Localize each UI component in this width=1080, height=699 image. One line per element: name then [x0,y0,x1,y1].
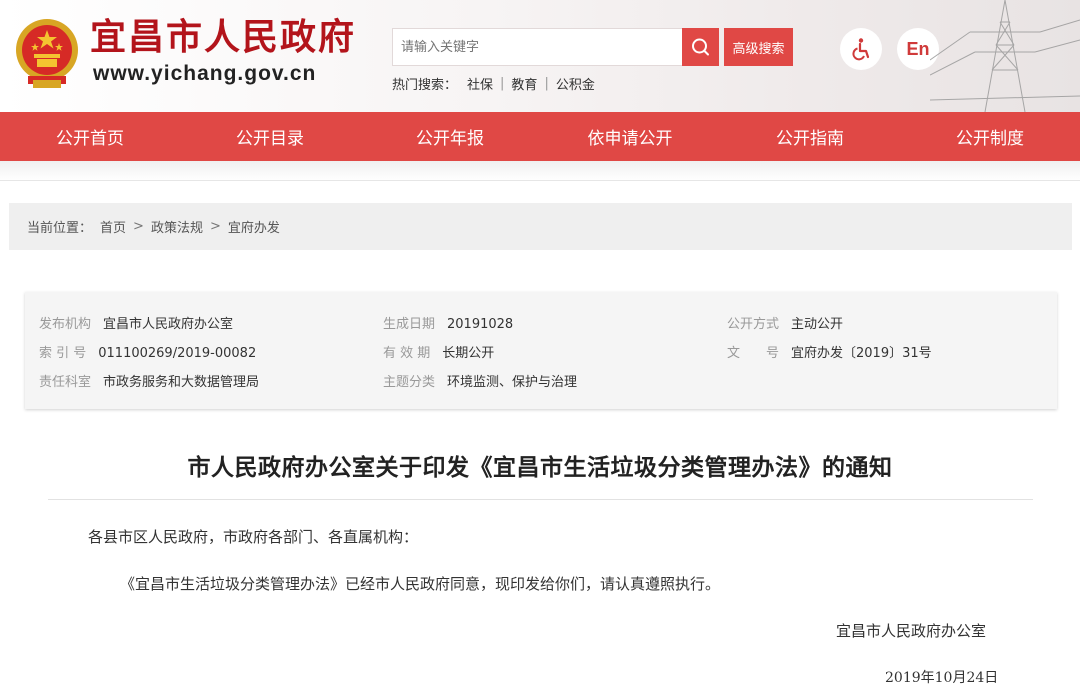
nav-shadow [0,161,1080,181]
meta-key: 公开方式 [727,317,780,332]
meta-field: 发布机构 宜昌市人民政府办公室 [39,313,233,332]
nav-item-rules[interactable]: 公开制度 [900,112,1080,161]
meta-key: 索 引 号 [39,346,87,361]
search-input[interactable] [392,28,682,66]
main-nav: 公开首页 公开目录 公开年报 依申请公开 公开指南 公开制度 [0,112,1080,161]
divider [48,499,1033,500]
document-meta-panel: 发布机构 宜昌市人民政府办公室 生成日期 20191028 公开方式 主动公开 索 引… [25,292,1057,409]
advanced-search-button[interactable]: 高级搜索 [724,28,793,66]
document-signature: 宜昌市人民政府办公室 [836,622,987,640]
hot-search-link[interactable]: 公积金 [556,74,595,93]
meta-key: 责任科室 [39,375,92,390]
meta-key: 发布机构 [39,317,92,332]
meta-value: 环境监测、保护与治理 [447,375,578,390]
site-url: www.yichang.gov.cn [93,62,317,85]
meta-key: 生成日期 [383,317,436,332]
breadcrumb-label: 当前位置： [27,221,93,236]
site-title: 宜昌市人民政府 [90,16,357,58]
meta-row: 发布机构 宜昌市人民政府办公室 生成日期 20191028 公开方式 主动公开 [25,313,1057,332]
meta-key: 主题分类 [383,375,436,390]
meta-field: 索 引 号 011100269/2019-00082 [39,342,256,361]
divider: | [500,76,505,91]
accessibility-button[interactable] [840,28,882,70]
breadcrumb-link-current[interactable]: 宜府办发 [228,217,280,236]
nav-item-request[interactable]: 依申请公开 [540,112,720,161]
meta-field: 主题分类 环境监测、保护与治理 [383,371,577,390]
hot-search-label: 热门搜索： [392,78,458,93]
meta-value: 市政务服务和大数据管理局 [103,375,260,390]
wheelchair-icon [852,38,870,61]
breadcrumb-link-home[interactable]: 首页 [100,217,126,236]
hot-search-link[interactable]: 社保 [467,74,493,93]
meta-value: 011100269/2019-00082 [98,346,257,361]
nav-item-catalog[interactable]: 公开目录 [180,112,360,161]
meta-value: 主动公开 [791,317,844,332]
meta-field: 有 效 期长期公开 [383,342,494,361]
meta-field: 文 号宜府办发〔2019〕31号 [727,342,932,361]
hot-search-link[interactable]: 教育 [511,74,537,93]
meta-key: 文 号 [727,346,780,361]
meta-value: 20191028 [447,317,514,332]
national-emblem-icon [16,19,78,88]
hot-search: 热门搜索： 社保 | 教育 | 公积金 [392,74,595,93]
divider [0,180,1080,181]
meta-value: 宜府办发〔2019〕31号 [791,346,932,361]
breadcrumb-link-policy[interactable]: 政策法规 [151,217,203,236]
breadcrumb: 当前位置： 首页 > 政策法规 > 宜府办发 [9,203,1072,250]
breadcrumb-separator: > [209,219,221,234]
document-title: 市人民政府办公室关于印发《宜昌市生活垃圾分类管理办法》的通知 [187,455,893,481]
meta-row: 责任科室 市政务服务和大数据管理局 主题分类 环境监测、保护与治理 [25,371,1057,390]
meta-field: 公开方式 主动公开 [727,313,843,332]
meta-key: 有 效 期 [383,346,431,361]
nav-item-home[interactable]: 公开首页 [0,112,180,161]
nav-item-guide[interactable]: 公开指南 [720,112,900,161]
meta-value: 长期公开 [442,346,495,361]
search-button[interactable] [682,28,719,66]
breadcrumb-separator: > [133,219,144,234]
meta-field: 生成日期 20191028 [383,313,513,332]
search-icon [692,38,709,56]
divider: | [544,76,549,91]
meta-value: 宜昌市人民政府办公室 [103,317,234,332]
document-date: 2019年10月24日 [885,670,999,686]
site-header: 宜昌市人民政府 www.yichang.gov.cn 高级搜索 热门搜索： 社保… [0,0,1080,112]
document-salutation: 各县市区人民政府，市政府各部门、各直属机构： [88,528,419,546]
meta-row: 索 引 号 011100269/2019-00082 有 效 期长期公开 文 号宜… [25,342,1057,361]
document-body: 《宜昌市生活垃圾分类管理办法》已经市人民政府同意，现印发给你们，请认真遵照执行。 [120,575,721,593]
nav-item-annual-report[interactable]: 公开年报 [360,112,540,161]
transmission-tower-decoration [930,0,1080,112]
meta-field: 责任科室 市政务服务和大数据管理局 [39,371,259,390]
